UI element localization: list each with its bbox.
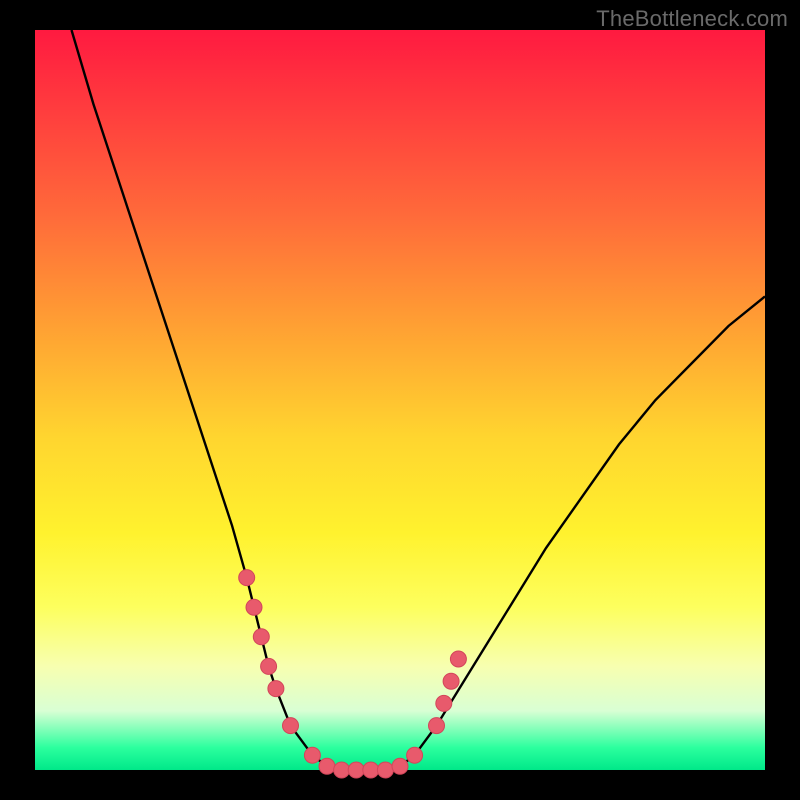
marker-point [348,762,364,778]
chart-plot-area [35,30,765,770]
chart-svg [35,30,765,770]
highlight-markers [239,570,467,778]
bottleneck-curve [72,30,766,770]
marker-point [429,718,445,734]
marker-point [392,758,408,774]
marker-point [377,762,393,778]
marker-point [253,629,269,645]
marker-point [450,651,466,667]
chart-frame: TheBottleneck.com [0,0,800,800]
marker-point [283,718,299,734]
watermark-text: TheBottleneck.com [596,6,788,32]
marker-point [268,681,284,697]
marker-point [436,695,452,711]
marker-point [246,599,262,615]
marker-point [239,570,255,586]
marker-point [363,762,379,778]
marker-point [319,758,335,774]
marker-point [334,762,350,778]
marker-point [261,658,277,674]
marker-point [443,673,459,689]
marker-point [407,747,423,763]
marker-point [304,747,320,763]
